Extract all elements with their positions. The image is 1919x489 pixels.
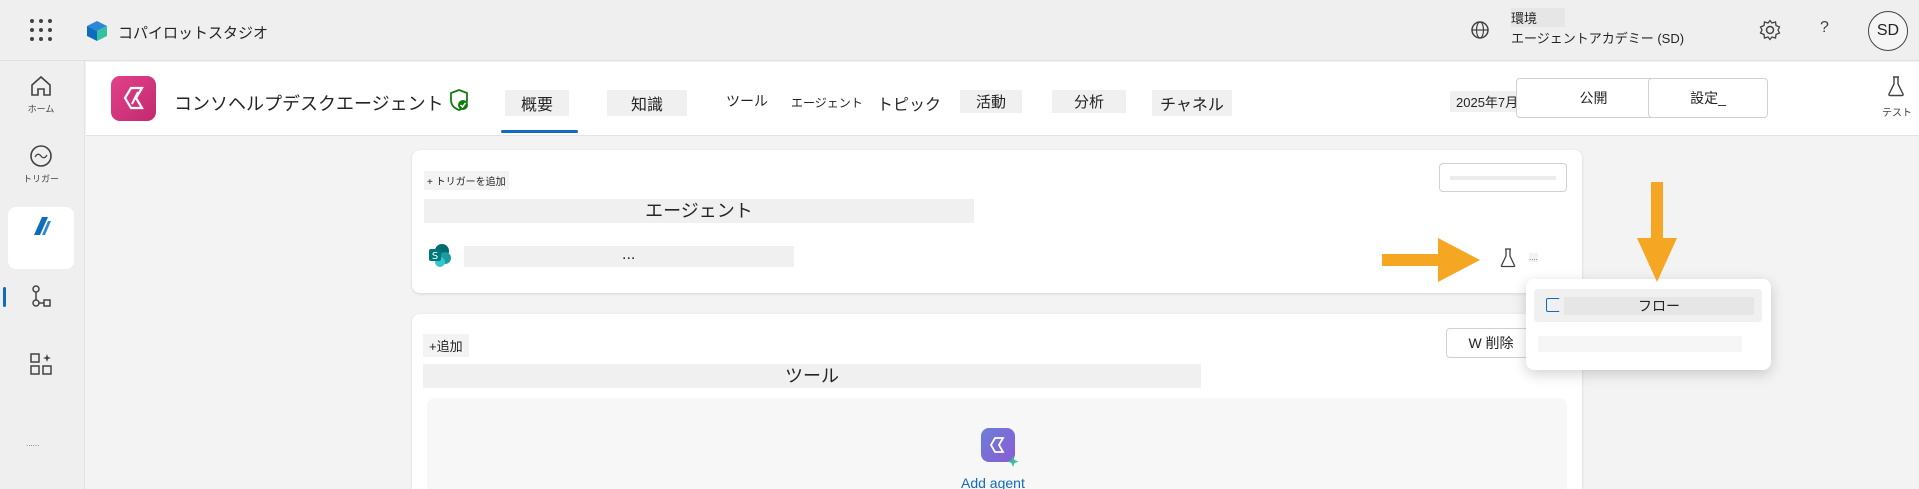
tab-knowledge[interactable]: 知識 — [607, 90, 688, 116]
tab-analytics[interactable]: 分析 — [1052, 90, 1127, 113]
tab-overview[interactable]: 概要 — [505, 90, 570, 116]
add-tool-button[interactable]: +追加 — [423, 334, 469, 357]
arrow-right-icon — [1382, 238, 1480, 282]
agents-icon — [34, 217, 51, 235]
agent-logo — [111, 76, 156, 121]
rail-item-agents[interactable] — [8, 207, 74, 269]
trigger-icon — [30, 145, 52, 167]
tools-icon — [30, 353, 52, 375]
card-action-button[interactable] — [1439, 163, 1567, 192]
rail-active-indicator — [3, 287, 6, 307]
rail-item-triggers[interactable]: トリガー — [8, 137, 74, 199]
settings-button[interactable]: 設定_ — [1648, 78, 1768, 118]
tab-agents[interactable]: エージェント — [783, 93, 871, 112]
add-agent-icon[interactable] — [977, 424, 1023, 470]
menu-item-secondary[interactable] — [1538, 336, 1742, 352]
trigger-item[interactable]: ... — [464, 246, 794, 267]
agent-name: コンソヘルプデスクエージェント — [174, 94, 444, 114]
shield-check-icon — [450, 89, 468, 111]
menu-item-flow[interactable]: フロー — [1534, 289, 1762, 322]
card-title: ツール — [423, 364, 1201, 388]
delete-button[interactable]: W 削除 — [1446, 328, 1536, 358]
tab-channels[interactable]: チャネル — [1152, 90, 1232, 116]
rail-item-label: トリガー — [22, 174, 59, 184]
add-agent-label[interactable]: Add agent — [961, 475, 1025, 489]
user-avatar[interactable]: SD — [1868, 11, 1908, 51]
app-title[interactable]: コパイロットスタジオ — [118, 22, 268, 43]
card-title: エージェント — [424, 199, 974, 223]
environment-label: 環境 — [1511, 8, 1566, 27]
svg-text:S: S — [432, 251, 438, 262]
top-bar: コパイロットスタジオ 環境 エージェントアカデミー (SD) ? SD — [0, 0, 1919, 61]
rail-item-tools[interactable] — [8, 345, 74, 407]
test-label[interactable]: テスト — [1882, 104, 1912, 119]
flow-icon — [1546, 298, 1560, 312]
agent-logo-icon — [123, 86, 144, 110]
menu-item-label: フロー — [1564, 297, 1754, 315]
tab-activity[interactable]: 活動 — [960, 90, 1023, 113]
tab-topics[interactable]: トピック — [869, 90, 949, 116]
globe-icon — [1471, 21, 1489, 39]
beaker-icon[interactable] — [1887, 75, 1905, 97]
sharepoint-icon: S — [429, 244, 451, 267]
home-icon — [31, 75, 51, 96]
gear-icon[interactable] — [1758, 18, 1782, 42]
help-icon[interactable]: ? — [1820, 19, 1829, 37]
environment-value[interactable]: エージェントアカデミー (SD) — [1511, 28, 1684, 47]
flows-icon — [32, 285, 51, 307]
rail-item-flows[interactable] — [8, 277, 74, 339]
rail-item-label: ホーム — [27, 104, 55, 114]
rail-more[interactable]: ...... — [26, 439, 39, 448]
app-launcher-icon[interactable] — [30, 19, 52, 41]
tab-tools[interactable]: ツール — [718, 90, 776, 112]
arrow-down-icon — [1637, 182, 1677, 282]
add-trigger-button[interactable]: + トリガーを追加 — [424, 171, 509, 190]
beaker-icon[interactable] — [1500, 248, 1516, 268]
copilot-studio-logo — [87, 21, 107, 41]
left-rail: ホーム トリガー ...... — [0, 61, 85, 489]
rail-item-home[interactable]: ホーム — [8, 67, 74, 129]
agent-header: コンソヘルプデスクエージェント 概要 知識 ツール エージェント トピック 活動… — [86, 62, 1919, 136]
active-tab-indicator — [501, 130, 578, 133]
context-menu: フロー — [1526, 279, 1771, 370]
trigger-more-button[interactable]: .... — [1529, 253, 1538, 262]
